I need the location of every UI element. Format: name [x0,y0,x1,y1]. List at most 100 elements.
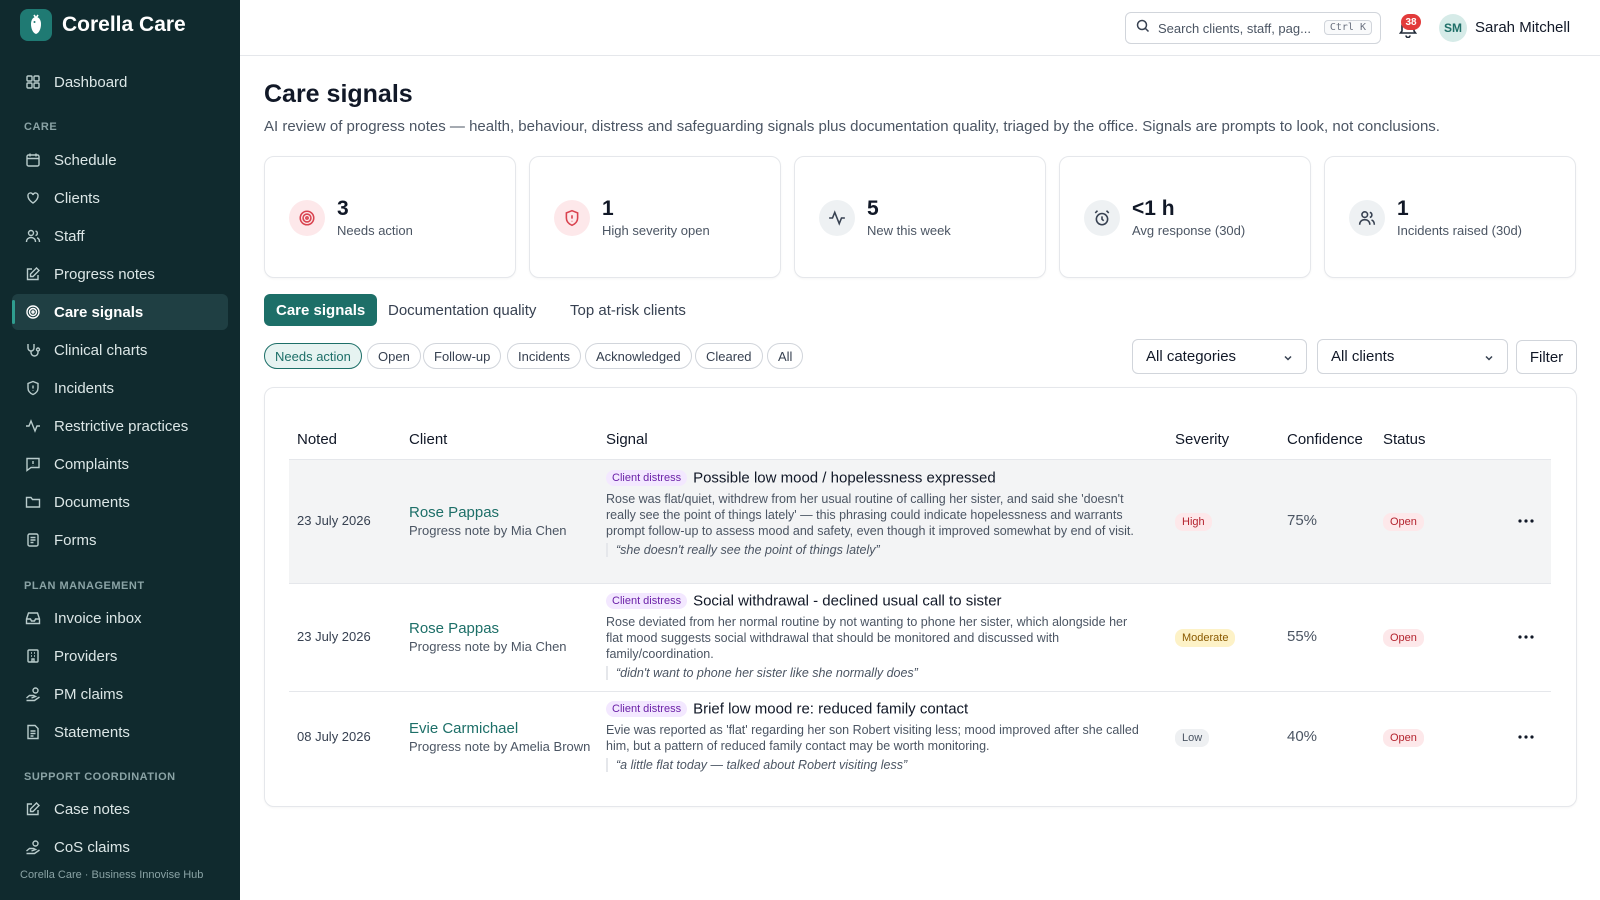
sidebar-item-label: Case notes [54,800,130,818]
sidebar-item-label: Forms [54,531,97,549]
sidebar-item-label: Restrictive practices [54,417,189,435]
row-actions-button[interactable] [1514,725,1538,749]
table-row[interactable]: 08 July 2026 Evie Carmichael Progress no… [289,692,1551,782]
hand-coins-icon [24,685,42,703]
filter-chip-needs-action[interactable]: Needs action [264,343,362,369]
tab-top-at-risk-clients[interactable]: Top at-risk clients [558,294,698,326]
category-select-value: All categories [1146,348,1237,365]
stat-card-incidents-raised: 1 Incidents raised (30d) [1324,156,1576,278]
table-row[interactable]: 23 July 2026 Rose Pappas Progress note b… [289,460,1551,583]
form-icon [24,531,42,549]
stat-card-new-this-week: 5 New this week [794,156,1046,278]
sidebar-item-pm-claims[interactable]: PM claims [12,676,228,712]
global-search[interactable]: Ctrl K [1125,12,1381,44]
category-select[interactable]: All categories [1132,339,1307,374]
category-badge: Client distress [606,469,688,486]
client-cell: Rose Pappas Progress note by Mia Chen [409,620,567,654]
sidebar-item-documents[interactable]: Documents [12,484,228,520]
user-avatar[interactable]: SM [1439,14,1467,42]
filter-chip-follow-up[interactable]: Follow-up [423,343,502,369]
filter-chip-open[interactable]: Open [367,343,421,369]
edit-note-icon [24,800,42,818]
sidebar-item-progress-notes[interactable]: Progress notes [12,256,228,292]
sidebar-item-label: Staff [54,227,85,245]
notifications-count-badge: 38 [1401,14,1421,30]
search-icon [1136,19,1150,38]
chevron-down-icon [1483,351,1495,368]
sidebar-item-complaints[interactable]: Complaints [12,446,228,482]
user-name[interactable]: Sarah Mitchell [1475,19,1570,36]
tab-documentation-quality[interactable]: Documentation quality [376,294,548,326]
sidebar-item-incidents[interactable]: Incidents [12,370,228,406]
column-header-noted[interactable]: Noted [297,431,337,448]
file-text-icon [24,723,42,741]
sidebar-item-label: Incidents [54,379,115,397]
row-actions-button[interactable] [1514,509,1538,533]
topbar: Ctrl K 38 SM Sarah Mitchell [240,0,1600,56]
stat-value: 3 [337,197,349,220]
users-icon [1349,200,1385,236]
chevron-down-icon [1282,351,1294,368]
stat-card-high-severity-open: 1 High severity open [529,156,781,278]
calendar-icon [24,151,42,169]
sidebar-item-label: Complaints [54,455,130,473]
building-icon [24,647,42,665]
filter-chip-acknowledged[interactable]: Acknowledged [585,343,692,369]
table-row[interactable]: 23 July 2026 Rose Pappas Progress note b… [289,584,1551,691]
sidebar-item-staff[interactable]: Staff [12,218,228,254]
sidebar-item-restrictive-practices[interactable]: Restrictive practices [12,408,228,444]
shield-icon [24,379,42,397]
sidebar-item-case-notes[interactable]: Case notes [12,791,228,827]
client-select[interactable]: All clients [1317,339,1508,374]
heart-hand-icon [24,189,42,207]
sidebar-item-dashboard[interactable]: Dashboard [12,64,228,100]
sidebar-item-forms[interactable]: Forms [12,522,228,558]
filter-button[interactable]: Filter [1516,340,1577,374]
sidebar-item-label: Care signals [54,303,144,321]
severity-badge: High [1175,513,1212,531]
client-cell: Evie Carmichael Progress note by Amelia … [409,720,590,754]
noted-date: 23 July 2026 [297,629,371,644]
sidebar-item-label: Dashboard [54,73,128,91]
activity-icon [819,200,855,236]
sidebar-item-invoice-inbox[interactable]: Invoice inbox [12,600,228,636]
sidebar-item-providers[interactable]: Providers [12,638,228,674]
sidebar-item-label: Providers [54,647,118,665]
sidebar-item-schedule[interactable]: Schedule [12,142,228,178]
client-name-link[interactable]: Evie Carmichael [409,720,590,737]
activity-icon [24,417,42,435]
stat-label: New this week [867,223,951,238]
filter-chip-cleared[interactable]: Cleared [695,343,763,369]
sidebar-item-care-signals[interactable]: Care signals [12,294,228,330]
client-name-link[interactable]: Rose Pappas [409,620,567,637]
stat-value: 1 [602,197,614,220]
search-input[interactable] [1158,20,1318,36]
row-actions-button[interactable] [1514,625,1538,649]
tab-care-signals[interactable]: Care signals [264,294,378,326]
more-horizontal-icon [1518,635,1534,639]
client-name-link[interactable]: Rose Pappas [409,504,567,521]
signal-quote: “she doesn't really see the point of thi… [606,543,1146,557]
note-author: Progress note by Amelia Brown [409,739,591,754]
column-header-confidence[interactable]: Confidence [1287,431,1363,448]
signal-quote: “a little flat today — talked about Robe… [606,758,1146,772]
filter-chip-incidents[interactable]: Incidents [507,343,582,369]
severity-badge: Low [1175,729,1210,747]
sidebar-item-clinical-charts[interactable]: Clinical charts [12,332,228,368]
column-header-signal[interactable]: Signal [606,431,648,448]
users-icon [24,227,42,245]
shield-icon [554,200,590,236]
sidebar-item-label: Progress notes [54,265,155,283]
column-header-severity[interactable]: Severity [1175,431,1229,448]
folder-icon [24,493,42,511]
brand[interactable]: Corella Care [0,0,240,50]
filter-chip-all[interactable]: All [767,343,804,369]
column-header-status[interactable]: Status [1383,431,1426,448]
sidebar-item-cos-claims[interactable]: CoS claims [12,829,228,865]
column-header-client[interactable]: Client [409,431,447,448]
sidebar-item-clients[interactable]: Clients [12,180,228,216]
sidebar-item-label: PM claims [54,685,124,703]
nav-section-plan-management: PLAN MANAGEMENT [24,580,145,592]
sidebar-item-statements[interactable]: Statements [12,714,228,750]
inbox-icon [24,609,42,627]
